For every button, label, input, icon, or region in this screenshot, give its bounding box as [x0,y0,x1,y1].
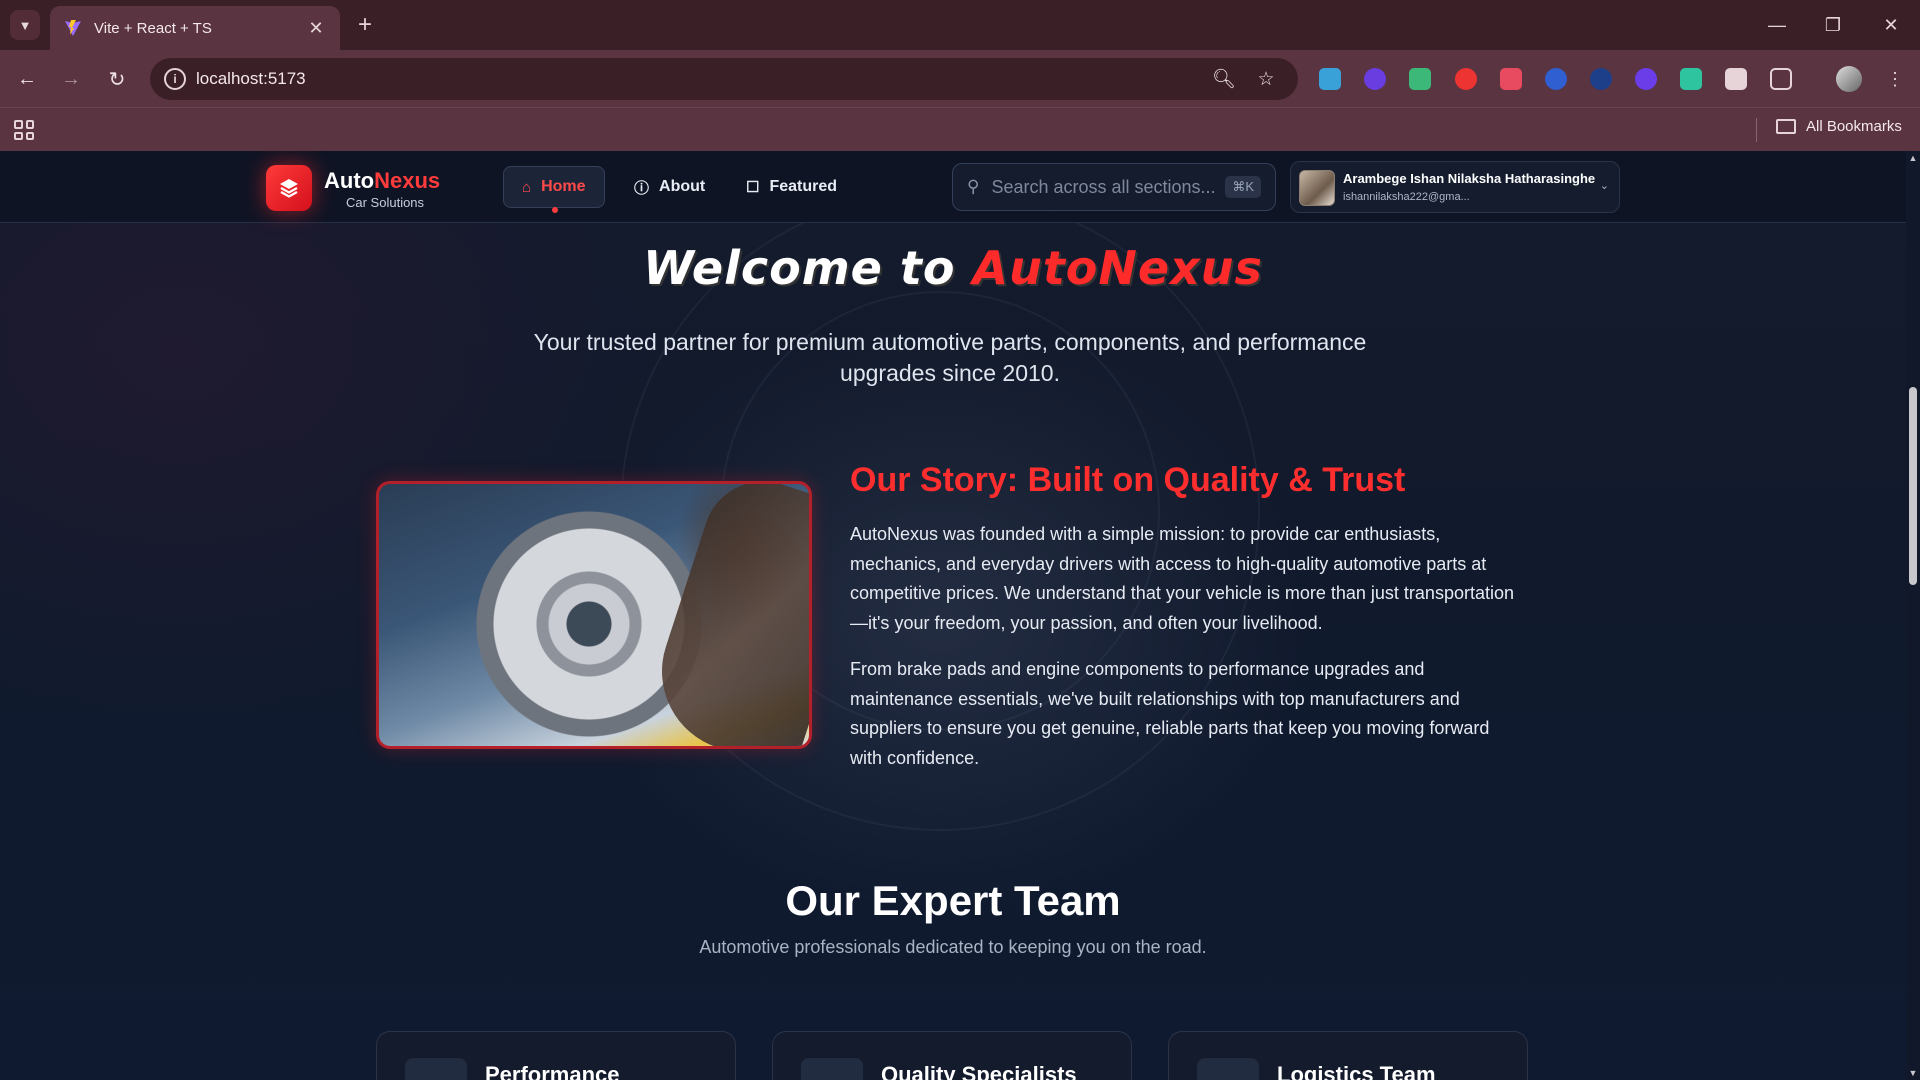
nav-about[interactable]: ⓘ About [616,166,723,208]
nav-home[interactable]: ⌂ Home [503,166,605,208]
team-card-icon [1197,1058,1259,1080]
hero-title-accent: AutoNexus [972,241,1263,295]
nav-featured-label: Featured [769,178,838,195]
browser-toolbar: ← → ↻ i localhost:5173 🔍︎ ☆ [0,50,1920,107]
all-bookmarks-button[interactable]: All Bookmarks [1776,118,1902,135]
user-email: ishannilaksha222@gma... [1343,191,1470,203]
site-search-input[interactable]: ⚲ Search across all sections... ⌘K [952,163,1276,211]
extension-4-icon[interactable] [1455,68,1477,90]
hero-title-main: Welcome to [643,241,973,295]
team-card-icon [801,1058,863,1080]
team-card-title: Performance [485,1062,620,1080]
logo-accent: Nexus [374,168,441,193]
team-card-logistics[interactable]: Logistics Team [1168,1031,1528,1080]
logo-main: Auto [324,168,375,193]
chevron-down-icon: ▼ [18,17,32,33]
extension-6-icon[interactable] [1545,68,1567,90]
logo-tagline: Car Solutions [346,195,425,210]
tab-search-button[interactable]: ▼ [10,10,40,40]
tab-title: Vite + React + TS [94,19,212,37]
search-placeholder: Search across all sections... [991,176,1216,197]
extension-8-icon[interactable] [1635,68,1657,90]
layers-icon [280,179,298,198]
info-icon: ⓘ [634,179,650,197]
team-card-icon [405,1058,467,1080]
home-icon: ⌂ [522,178,532,196]
chevron-down-icon: ⌄ [1599,180,1609,192]
scroll-down-icon[interactable]: ▼ [1908,1068,1918,1078]
new-tab-icon[interactable]: + [352,12,378,38]
browser-tab[interactable]: Vite + React + TS ✕ [50,6,340,50]
reading-list-icon[interactable] [1725,68,1747,90]
bookmarks-bar: All Bookmarks [0,107,1920,151]
forward-icon[interactable]: → [56,64,86,94]
avatar [1299,170,1335,206]
nav-home-label: Home [541,178,586,195]
team-card-title: Quality Specialists [881,1062,1077,1080]
profile-avatar-icon[interactable] [1836,66,1862,92]
extension-7-icon[interactable] [1590,68,1612,90]
extension-2-icon[interactable] [1364,68,1386,90]
back-icon[interactable]: ← [12,64,42,94]
page-scrollbar[interactable]: ▲ ▼ [1906,151,1920,1080]
shield-extension-icon[interactable] [1409,68,1431,90]
reload-icon[interactable]: ↻ [102,64,132,94]
bookmark-star-icon[interactable]: ☆ [1254,67,1278,91]
site-header: AutoNexus Car Solutions ⌂ Home ⓘ About ☐… [0,151,1906,223]
scrollbar-thumb[interactable] [1909,387,1917,585]
browser-tab-strip: ▼ Vite + React + TS ✕ + — ❐ ✕ [0,0,1920,50]
apps-grid-icon[interactable] [14,120,34,140]
featured-icon: ☐ [746,179,760,196]
vite-favicon-icon [65,20,81,36]
mechanic-arm-illustration [641,484,809,746]
scroll-up-icon[interactable]: ▲ [1908,153,1918,163]
team-card-performance[interactable]: Performance [376,1031,736,1080]
minimize-icon[interactable]: — [1762,10,1792,40]
story-paragraph-1: AutoNexus was founded with a simple miss… [850,524,1514,633]
site-info-icon[interactable]: i [164,68,186,90]
brake-disc-photo [376,481,812,749]
logo-name[interactable]: AutoNexus [324,168,440,194]
extension-9-icon[interactable] [1680,68,1702,90]
zoom-icon[interactable]: 🔍︎ [1212,67,1236,91]
close-tab-icon[interactable]: ✕ [306,18,326,39]
search-shortcut-badge: ⌘K [1225,176,1261,198]
address-bar[interactable]: i localhost:5173 🔍︎ ☆ [150,58,1298,100]
team-card-quality[interactable]: Quality Specialists [772,1031,1132,1080]
team-subtitle: Automotive professionals dedicated to ke… [699,937,1207,957]
url-text[interactable]: localhost:5173 [196,69,306,89]
close-window-icon[interactable]: ✕ [1876,10,1906,40]
folder-icon [1776,119,1796,134]
all-bookmarks-label: All Bookmarks [1806,118,1902,135]
active-nav-indicator [552,207,558,213]
team-heading: Our Expert Team [785,877,1121,924]
user-name: Arambege Ishan Nilaksha Hatharasinghe [1343,171,1596,186]
nav-about-label: About [659,178,706,195]
browser-menu-icon[interactable]: ⋮ [1884,68,1906,90]
logo-icon[interactable] [266,165,312,211]
search-icon: ⚲ [967,177,980,196]
pocket-extension-icon[interactable] [1500,68,1522,90]
story-paragraph-2: From brake pads and engine components to… [850,659,1490,768]
team-card-title: Logistics Team [1277,1062,1436,1080]
hero-title: Welcome to AutoNexus [0,241,1906,295]
page-viewport: AutoNexus Car Solutions ⌂ Home ⓘ About ☐… [0,151,1906,1080]
restore-icon[interactable]: ❐ [1818,10,1848,40]
nav-featured[interactable]: ☐ Featured [728,166,855,208]
story-heading: Our Story: Built on Quality & Trust [850,461,1406,499]
extension-1-icon[interactable] [1319,68,1341,90]
extensions-puzzle-icon[interactable] [1770,68,1792,90]
bookmarks-divider [1756,118,1757,142]
hero-subtitle: Your trusted partner for premium automot… [533,329,1367,386]
user-menu-button[interactable]: Arambege Ishan Nilaksha Hatharasinghe is… [1290,161,1620,213]
